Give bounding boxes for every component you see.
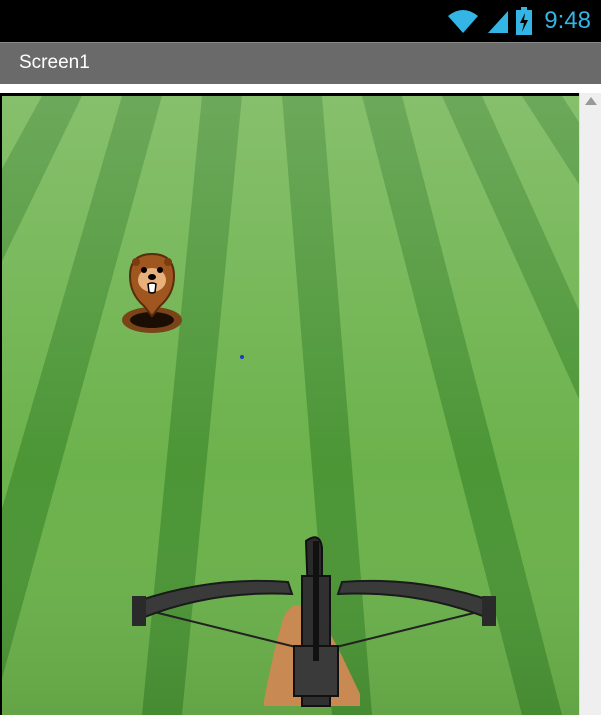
battery-charging-icon: [516, 7, 533, 35]
status-time: 9:48: [544, 7, 591, 34]
game-scene[interactable]: [2, 96, 579, 715]
screen-title: Screen1: [19, 52, 90, 73]
status-bar: 9:48: [0, 0, 601, 42]
scroll-up-icon[interactable]: [585, 97, 597, 105]
screen-content: [0, 84, 601, 715]
title-bar: Screen1: [0, 42, 601, 84]
wifi-icon: [448, 10, 479, 33]
game-canvas[interactable]: [0, 93, 579, 715]
status-icons: 9:48: [446, 2, 591, 40]
signal-icon: [488, 11, 509, 33]
target-dot: [240, 355, 244, 359]
vertical-scrollbar[interactable]: [579, 93, 601, 715]
